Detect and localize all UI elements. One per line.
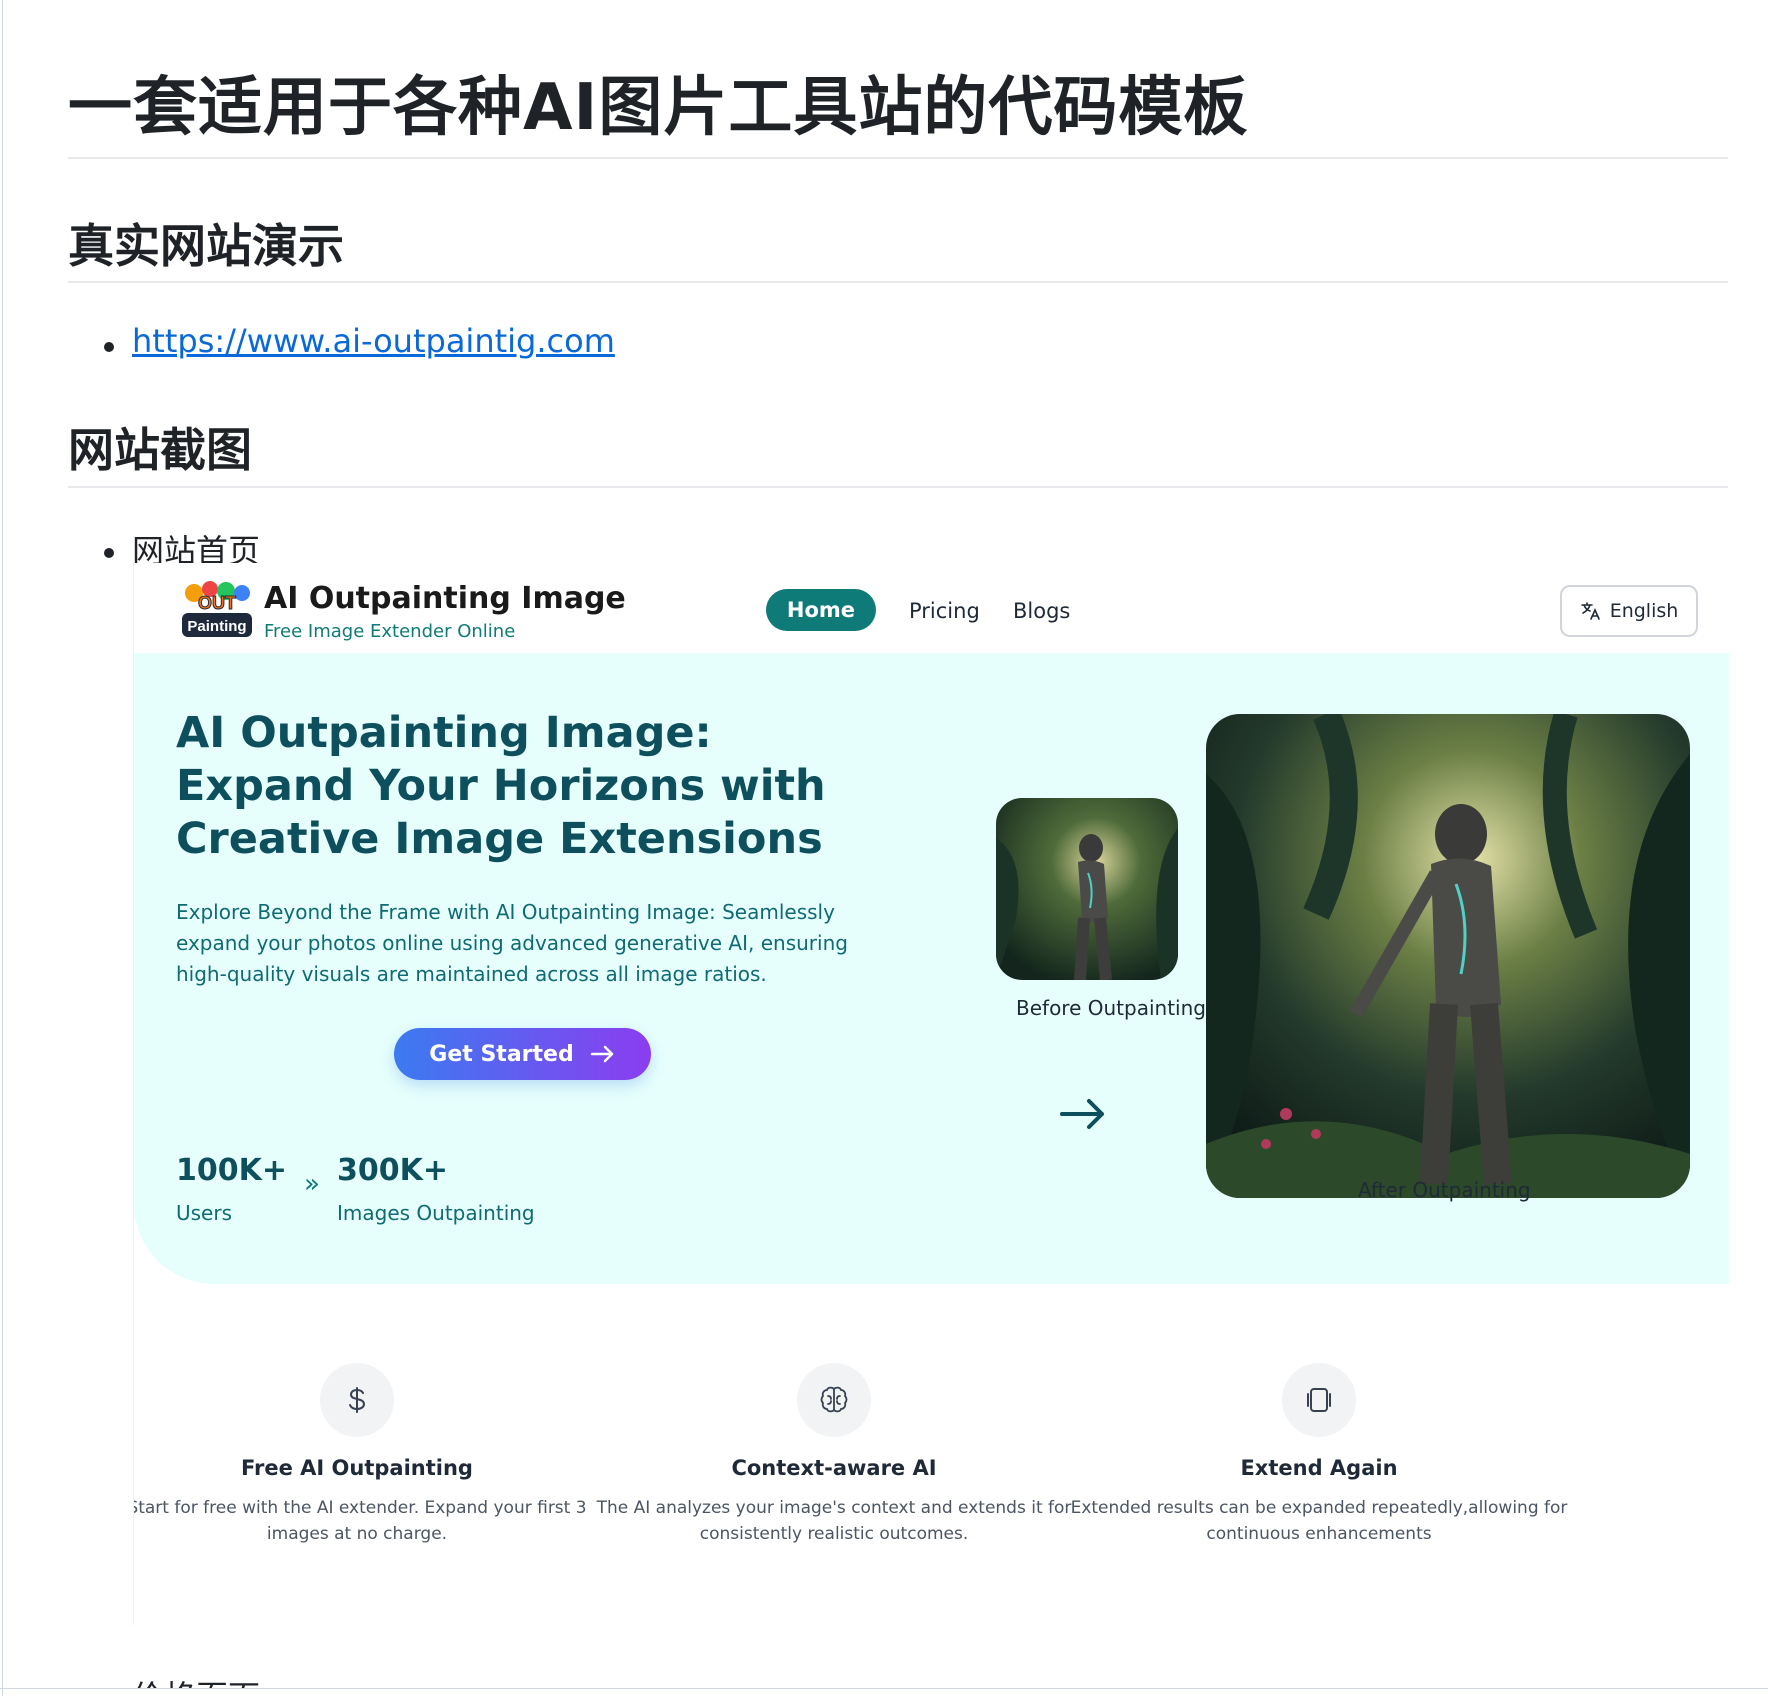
- stat-images-value: 300K+: [337, 1153, 449, 1188]
- after-caption: After Outpainting: [1358, 1178, 1531, 1202]
- language-label: English: [1609, 600, 1679, 622]
- demo-site-link[interactable]: https://www.ai-outpaintig.com: [132, 322, 615, 360]
- site-tagline: Free Image Extender Online: [264, 621, 516, 642]
- feature-description: Start for free with the AI extender. Exp…: [133, 1498, 587, 1544]
- get-started-button[interactable]: Get Started: [394, 1028, 651, 1080]
- site-brand-name[interactable]: AI Outpainting Image: [264, 581, 626, 616]
- feature-description: The AI analyzes your image's context and…: [596, 1498, 1072, 1544]
- arrow-right-icon: [590, 1045, 613, 1063]
- arrow-right-icon: [1060, 1099, 1104, 1129]
- feature-title: Context-aware AI: [731, 1456, 937, 1480]
- nav-home-button[interactable]: Home: [766, 589, 876, 631]
- logo-icon: OUT Painting: [182, 581, 252, 637]
- homepage-screenshot: OUT Painting AI Outpainting Image Free I…: [133, 563, 1729, 1625]
- hero-section: AI Outpainting Image: Expand Your Horizo…: [134, 653, 1729, 1284]
- stat-images-label: Images Outpainting: [337, 1201, 535, 1225]
- page-bottom-border: [0, 1688, 1768, 1689]
- dollar-icon: [320, 1363, 394, 1437]
- svg-text:OUT: OUT: [198, 593, 236, 613]
- title-divider: [68, 157, 1728, 159]
- layers-icon: [1282, 1363, 1356, 1437]
- section-heading-demo: 真实网站演示: [68, 219, 344, 273]
- site-navbar: OUT Painting AI Outpainting Image Free I…: [134, 563, 1729, 653]
- get-started-label: Get Started: [429, 1041, 574, 1067]
- nav-pricing-link[interactable]: Pricing: [909, 599, 980, 623]
- page-title: 一套适用于各种AI图片工具站的代码模板: [68, 71, 1249, 145]
- stat-users-value: 100K+: [176, 1153, 288, 1188]
- svg-text:Painting: Painting: [187, 618, 246, 635]
- section-divider: [68, 486, 1728, 488]
- after-image: [1206, 714, 1690, 1198]
- section-heading-screenshots: 网站截图: [68, 423, 252, 477]
- feature-title: Free AI Outpainting: [241, 1456, 473, 1480]
- list-bullet: [104, 548, 114, 558]
- list-bullet: [104, 342, 114, 352]
- stat-users-label: Users: [176, 1201, 233, 1225]
- hero-description: Explore Beyond the Frame with AI Outpain…: [176, 900, 848, 986]
- feature-description: Extended results can be expanded repeate…: [1070, 1498, 1568, 1544]
- nav-blogs-link[interactable]: Blogs: [1013, 599, 1070, 623]
- page-left-border: [2, 0, 3, 1696]
- translate-icon: [1580, 602, 1600, 620]
- feature-title: Extend Again: [1240, 1456, 1398, 1480]
- before-image: [996, 798, 1178, 980]
- double-chevron-icon: »: [304, 1169, 320, 1199]
- brain-icon: [797, 1363, 871, 1437]
- before-caption: Before Outpainting: [1016, 996, 1206, 1020]
- hero-title: AI Outpainting Image: Expand Your Horizo…: [176, 708, 826, 864]
- language-selector[interactable]: English: [1560, 585, 1698, 637]
- section-divider: [68, 281, 1728, 283]
